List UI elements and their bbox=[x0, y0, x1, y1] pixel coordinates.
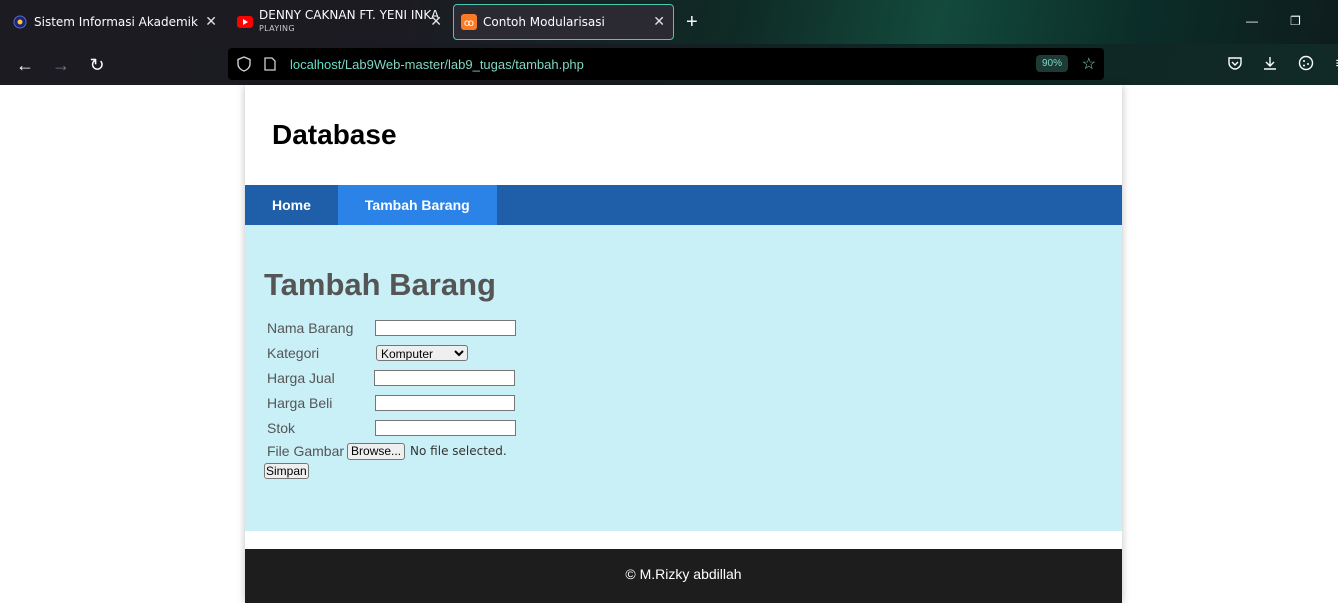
close-icon[interactable]: ✕ bbox=[653, 14, 665, 30]
stok-input[interactable] bbox=[375, 419, 516, 436]
nama-barang-label: Nama Barang bbox=[267, 319, 354, 336]
close-icon[interactable]: ✕ bbox=[430, 14, 442, 30]
back-icon[interactable]: ← bbox=[14, 54, 36, 76]
close-icon[interactable]: ✕ bbox=[205, 14, 217, 30]
simpan-button[interactable]: Simpan bbox=[264, 463, 309, 479]
form-row-harga-jual: Harga Jual bbox=[264, 365, 1122, 390]
forward-icon[interactable]: → bbox=[50, 54, 72, 76]
harga-jual-label: Harga Jual bbox=[267, 369, 335, 386]
file-status-text: No file selected. bbox=[410, 444, 507, 458]
kategori-select[interactable]: Komputer bbox=[376, 344, 468, 361]
tab-sistem-informasi[interactable]: Sistem Informasi Akademik ✕ bbox=[0, 4, 225, 40]
form-row-nama: Nama Barang bbox=[264, 315, 1122, 340]
nav-home-link[interactable]: Home bbox=[245, 185, 338, 225]
bookmark-star-icon[interactable]: ☆ bbox=[1082, 54, 1096, 74]
url-text[interactable]: localhost/Lab9Web-master/lab9_tugas/tamb… bbox=[290, 57, 584, 72]
tab-title: Contoh Modularisasi bbox=[483, 15, 605, 29]
new-tab-icon[interactable]: + bbox=[686, 12, 698, 32]
tambah-barang-form: Nama Barang Kategori Komputer Harga Jual… bbox=[264, 315, 1122, 480]
svg-text:ꝏ: ꝏ bbox=[464, 18, 474, 29]
site-footer: © M.Rizky abdillah bbox=[245, 549, 1122, 603]
cookie-icon[interactable] bbox=[1296, 55, 1316, 75]
menu-icon[interactable]: ≡ bbox=[1330, 55, 1338, 75]
site-header: Database bbox=[245, 85, 1122, 185]
file-gambar-label: File Gambar bbox=[267, 443, 345, 459]
reload-icon[interactable]: ↻ bbox=[86, 54, 108, 76]
tab-title: Sistem Informasi Akademik bbox=[34, 15, 198, 29]
address-bar[interactable]: localhost/Lab9Web-master/lab9_tugas/tamb… bbox=[228, 48, 1104, 80]
kategori-label: Kategori bbox=[267, 344, 320, 361]
restore-icon[interactable]: ❐ bbox=[1290, 14, 1301, 28]
page-icon bbox=[264, 57, 276, 71]
harga-beli-label: Harga Beli bbox=[267, 394, 333, 411]
form-row-file: File Gambar Browse... No file selected. bbox=[264, 440, 1122, 462]
shield-icon[interactable] bbox=[236, 56, 252, 72]
pocket-icon[interactable] bbox=[1225, 55, 1245, 75]
harga-beli-input[interactable] bbox=[375, 394, 515, 411]
site-container: Database Home Tambah Barang Tambah Baran… bbox=[245, 85, 1122, 603]
site-title: Database bbox=[272, 119, 397, 150]
nama-barang-input[interactable] bbox=[375, 319, 516, 336]
zoom-indicator[interactable]: 90% bbox=[1035, 55, 1068, 72]
university-icon bbox=[12, 14, 28, 30]
browser-tab-strip: Sistem Informasi Akademik ✕ DENNY CAKNAN… bbox=[0, 0, 1338, 44]
minimize-icon[interactable]: — bbox=[1246, 14, 1258, 28]
main-nav: Home Tambah Barang bbox=[245, 185, 1122, 225]
tab-contoh-modularisasi[interactable]: ꝏ Contoh Modularisasi ✕ bbox=[453, 4, 674, 40]
form-row-harga-beli: Harga Beli bbox=[264, 390, 1122, 415]
harga-jual-input[interactable] bbox=[374, 369, 515, 386]
main-content: Tambah Barang Nama Barang Kategori Kompu… bbox=[245, 225, 1122, 531]
form-row-stok: Stok bbox=[264, 415, 1122, 440]
download-icon[interactable] bbox=[1260, 55, 1280, 75]
tab-youtube[interactable]: DENNY CAKNAN FT. YENI INKA PLAYING ✕ bbox=[225, 4, 450, 40]
page-heading: Tambah Barang bbox=[264, 267, 496, 302]
tab-playing-label: PLAYING bbox=[259, 24, 295, 33]
tab-title: DENNY CAKNAN FT. YENI INKA bbox=[259, 8, 440, 22]
form-row-kategori: Kategori Komputer bbox=[264, 340, 1122, 365]
browse-button[interactable]: Browse... bbox=[347, 442, 406, 460]
xampp-icon: ꝏ bbox=[461, 14, 477, 30]
stok-label: Stok bbox=[267, 419, 296, 436]
page-viewport: Database Home Tambah Barang Tambah Baran… bbox=[0, 85, 1338, 603]
youtube-icon bbox=[237, 14, 253, 30]
nav-tambah-barang-link[interactable]: Tambah Barang bbox=[337, 185, 497, 225]
